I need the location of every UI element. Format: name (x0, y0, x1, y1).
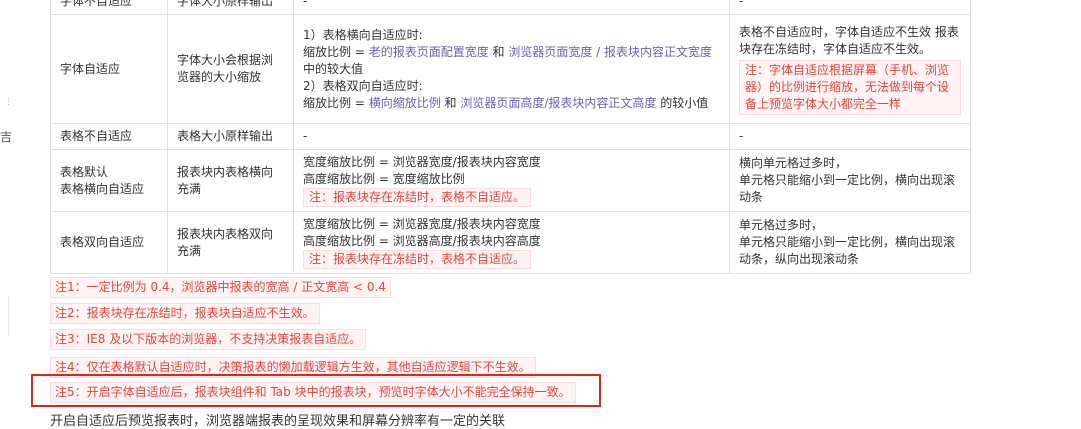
cell-note: 注：字体自适应根据屏幕（手机、浏览器）的比例进行缩放，无法做到每个设备上预览字体… (739, 59, 961, 115)
formula-line: 缩放比例 = 老的报表页面配置宽度 和 浏览器页面宽度 / 报表块内容正文宽度 … (303, 44, 720, 78)
cell-note: 注：报表块存在冻结时，表格不自适应。 (303, 188, 532, 207)
formula-heading: 2）表格双向自适应时: (303, 78, 423, 93)
formula-suffix: 中的较大值 (303, 61, 364, 76)
formula-term: 浏览器页面高度/报表块内容正文高度 (460, 95, 657, 110)
formula-prefix: 缩放比例 = (303, 44, 369, 59)
note-item: 注2：报表块存在冻结时，报表块自适应不生效。 (50, 303, 320, 324)
formula-suffix: 的较小值 (656, 95, 709, 110)
note-item: 注3：IE8 及以下版本的浏览器，不支持决策报表自适应。 (50, 329, 367, 350)
cell-text: 宽度缩放比例 = 浏览器宽度/报表块内容宽度 高度缩放比例 = 浏览器高度/报表… (303, 217, 541, 248)
cell-text: 宽度缩放比例 = 浏览器宽度/报表块内容宽度 高度缩放比例 = 宽度缩放比例 (303, 155, 541, 186)
table-cell: 表格默认 表格横向自适应 (50, 149, 168, 212)
table-row: 字体不自适应 字体大小原样输出 - - (50, 0, 971, 15)
table-cell: 表格双向自适应 (50, 211, 168, 274)
table-row: 表格默认 表格横向自适应 报表块内表格横向充满 宽度缩放比例 = 浏览器宽度/报… (50, 149, 971, 212)
table-cell: 单元格过多时， 单元格只能缩小到一定比例，横向出现滚动条，纵向出现滚动条 (729, 211, 971, 274)
table-cell: - (293, 123, 730, 150)
table-cell: 表格不自适应时，字体自适应不生效 报表块存在冻结时，字体自适应不生效。 注：字体… (729, 14, 971, 124)
paragraph-text: 开启自适应后预览报表时，浏览器端报表的呈现效果和屏幕分辨率有一定的关联 (50, 414, 506, 429)
drag-handle-icon[interactable]: ⋮ (4, 98, 13, 107)
table-cell: 报表块内表格横向充满 (167, 149, 294, 212)
table-cell: 字体不自适应 (50, 0, 168, 15)
table-cell: 报表块内表格双向充满 (167, 211, 294, 274)
table-cell: 表格大小原样输出 (167, 123, 294, 150)
table-cell: 字体大小原样输出 (167, 0, 294, 15)
table-cell: 字体大小会根据浏览器的大小缩放 (167, 14, 294, 124)
gutter-char: 吉 (0, 130, 13, 144)
formula-term: 浏览器页面宽度 / 报表块内容正文宽度 (508, 44, 713, 59)
table-cell: 表格不自适应 (50, 123, 168, 150)
highlight-box (31, 374, 601, 407)
formula-joiner: 和 (488, 44, 509, 59)
table-cell: 宽度缩放比例 = 浏览器宽度/报表块内容宽度 高度缩放比例 = 宽度缩放比例 注… (293, 149, 730, 212)
table-cell: - (729, 123, 971, 150)
cell-text: 表格不自适应时，字体自适应不生效 报表块存在冻结时，字体自适应不生效。 (739, 24, 959, 56)
formula-line: 缩放比例 = 横向缩放比例 和 浏览器页面高度/报表块内容正文高度 的较小值 (303, 95, 720, 112)
formula-heading: 1）表格横向自适应时: (303, 27, 423, 42)
table-cell-formula: 1）表格横向自适应时: 缩放比例 = 老的报表页面配置宽度 和 浏览器页面宽度 … (293, 14, 730, 124)
gutter-divider (8, 296, 9, 336)
formula-term: 老的报表页面配置宽度 (368, 44, 489, 59)
left-gutter: ⋮ 吉 (0, 0, 14, 422)
table-row: 表格双向自适应 报表块内表格双向充满 宽度缩放比例 = 浏览器宽度/报表块内容宽… (50, 211, 971, 274)
table-cell: 字体自适应 (50, 14, 168, 124)
table-cell: 宽度缩放比例 = 浏览器宽度/报表块内容宽度 高度缩放比例 = 浏览器高度/报表… (293, 211, 730, 274)
formula-joiner: 和 (440, 95, 461, 110)
table-cell: - (293, 0, 730, 15)
table-cell: 横向单元格过多时， 单元格只能缩小到一定比例，横向出现滚动条 (729, 149, 971, 212)
adaptive-table: 字体不自适应 字体大小原样输出 - - 字体自适应 字体大小会根据浏览器的大小缩… (50, 0, 971, 274)
cell-note: 注：报表块存在冻结时，表格不自适应。 (303, 250, 532, 269)
table-row: 字体自适应 字体大小会根据浏览器的大小缩放 1）表格横向自适应时: 缩放比例 =… (50, 14, 971, 124)
table-row: 表格不自适应 表格大小原样输出 - - (50, 123, 971, 150)
formula-term: 横向缩放比例 (368, 95, 441, 110)
table-cell: - (729, 0, 971, 15)
note-item: 注1：一定比例为 0.4，浏览器中报表的宽高 / 正文宽高 < 0.4 (50, 277, 391, 298)
formula-prefix: 缩放比例 = (303, 95, 369, 110)
